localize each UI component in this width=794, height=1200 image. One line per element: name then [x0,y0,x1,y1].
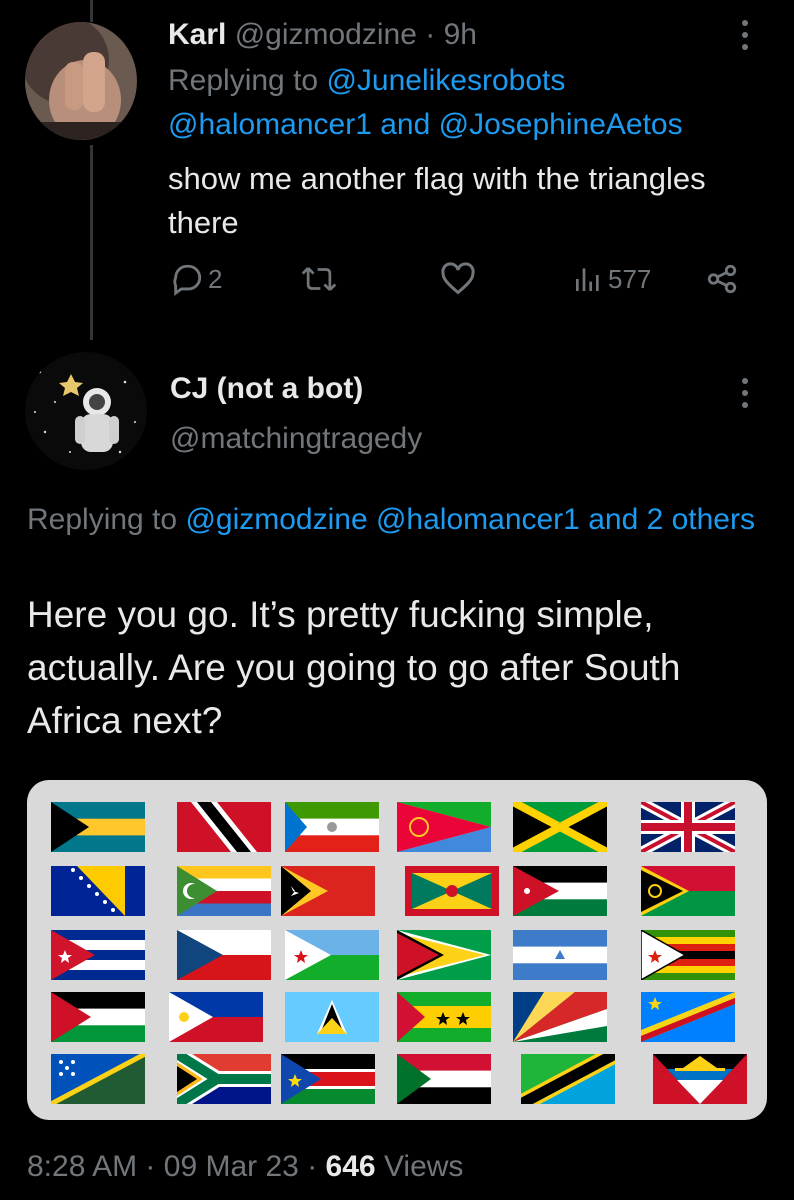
mention-link[interactable]: @Junelikesrobots [326,64,565,97]
tweet-text: show me another flag with the triangles … [168,161,706,240]
separator: · [145,1150,156,1183]
flag-bosnia-and-herzegovina [51,866,145,916]
flag-sudan [397,1054,491,1104]
flag-czech-republic [177,930,271,980]
flag-dr-congo [641,992,735,1042]
flag-guyana [397,930,491,980]
views-count[interactable]: 646 [326,1150,376,1183]
flag-palestine [51,992,145,1042]
tweet-time[interactable]: 9h [444,18,477,51]
share-button[interactable] [704,262,740,296]
flag-jordan [513,866,607,916]
share-icon [704,262,740,296]
flag-tanzania [521,1054,615,1104]
avatar[interactable] [25,352,147,470]
flag-bahamas [51,802,145,852]
reply-count: 2 [208,263,223,294]
reply-button[interactable]: 2 [170,262,222,296]
flag-saint-lucia [285,992,379,1042]
author-handle[interactable]: @matchingtragedy [170,422,422,456]
flag-grenada [405,866,499,916]
retweet-icon [300,262,338,296]
reply-icon [170,262,204,296]
thread-line [90,145,93,340]
replying-to-cont: @halomancer1 and @JosephineAetos [168,108,683,142]
flag-zimbabwe [641,930,735,980]
more-icon[interactable] [742,378,750,414]
flag-sao-tome-and-principe [397,992,491,1042]
tweet-text: Here you go. It’s pretty fucking simple,… [27,594,681,741]
views-icon [572,262,604,296]
flag-seychelles [513,992,607,1042]
like-icon [440,262,476,296]
more-icon[interactable] [742,20,750,56]
mention-link[interactable]: @halomancer1 [168,108,372,141]
flag-solomon-islands [51,1054,145,1104]
mention-link[interactable]: @gizmodzine @halomancer1 and 2 others [185,503,755,536]
flag-jamaica [513,802,607,852]
replying-prefix: Replying to [27,503,178,536]
mention-link[interactable]: @JosephineAetos [439,108,683,141]
flag-equatorial-guinea [285,802,379,852]
avatar[interactable] [25,22,137,140]
flag-east-timor [281,866,375,916]
replying-to: Replying to @gizmodzine @halomancer1 and… [27,498,767,542]
timestamp-date[interactable]: 09 Mar 23 [164,1150,299,1183]
like-button[interactable] [440,262,476,296]
flag-trinidad-and-tobago [177,802,271,852]
flag-nicaragua [513,930,607,980]
tweet-header: Karl @gizmodzine · 9h [168,18,477,52]
timestamp-time[interactable]: 8:28 AM [27,1150,137,1183]
separator: · [307,1150,318,1183]
replying-prefix: Replying to [168,64,319,97]
flag-eritrea [397,802,491,852]
flag-united-kingdom [641,802,735,852]
flag-cuba [51,930,145,980]
author-name[interactable]: CJ (not a bot) [170,372,363,406]
flag-south-africa [177,1054,271,1104]
tweet-meta: 8:28 AM · 09 Mar 23 · 646 Views [27,1150,463,1184]
mention-and: and [380,108,431,141]
flag-antigua-and-barbuda [653,1054,747,1104]
flag-philippines [169,992,263,1042]
flag-comoros [177,866,271,916]
views-count: 577 [608,263,652,294]
flag-vanuatu [641,866,735,916]
replying-to: Replying to @Junelikesrobots [168,64,565,98]
author-handle[interactable]: @gizmodzine [235,18,417,51]
thread-line [90,0,93,22]
views-label[interactable]: Views [384,1150,463,1183]
views-button[interactable]: 577 [572,262,651,296]
retweet-button[interactable] [300,262,338,296]
author-name[interactable]: Karl [168,18,226,51]
flags-image[interactable] [27,780,767,1120]
flag-djibouti [285,930,379,980]
separator: · [425,18,436,51]
flag-south-sudan [281,1054,375,1104]
